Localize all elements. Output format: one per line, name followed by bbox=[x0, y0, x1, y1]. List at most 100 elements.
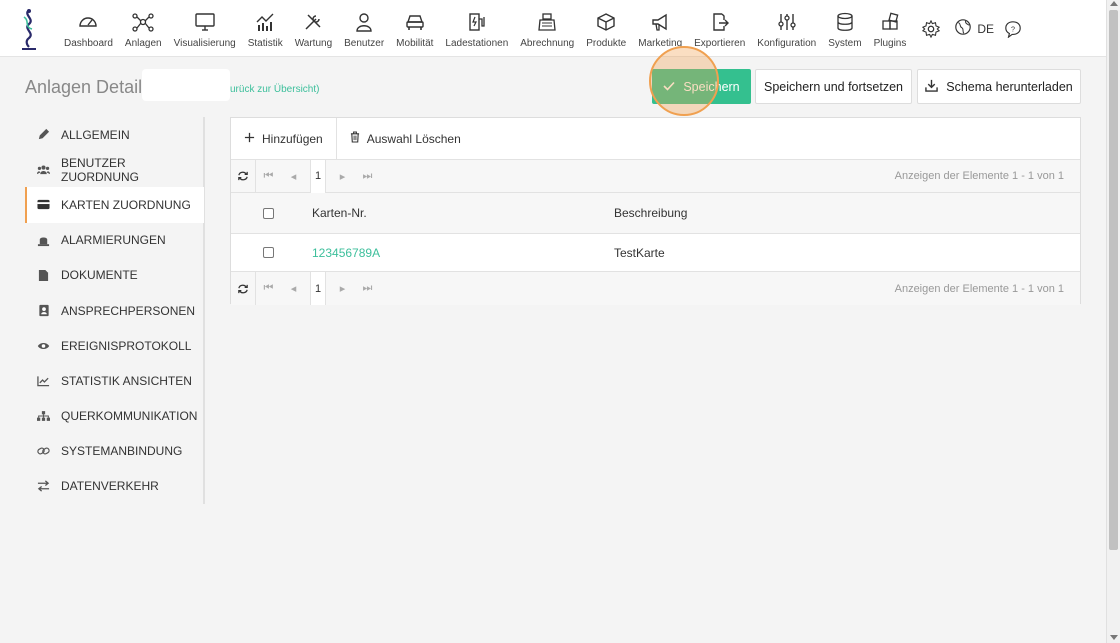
eye-icon bbox=[37, 339, 50, 352]
nav-mobilitaet-label: Mobilität bbox=[396, 38, 434, 49]
svg-text:?: ? bbox=[1011, 24, 1015, 33]
refresh-icon[interactable] bbox=[231, 159, 256, 193]
current-page-number[interactable]: 1 bbox=[310, 159, 326, 193]
nav-visualisierung[interactable]: Visualisierung bbox=[168, 0, 242, 57]
save-button-label: Speichern bbox=[683, 79, 740, 94]
current-page-number[interactable]: 1 bbox=[310, 272, 326, 305]
column-header-description[interactable]: Beschreibung bbox=[614, 206, 1080, 220]
scroll-up-arrow-icon[interactable] bbox=[1110, 1, 1118, 6]
pager-info-top: Anzeigen der Elemente 1 - 1 von 1 bbox=[894, 170, 1064, 182]
next-page-icon[interactable]: ▸ bbox=[330, 160, 355, 193]
refresh-icon[interactable] bbox=[231, 272, 256, 305]
nav-benutzer[interactable]: Benutzer bbox=[338, 0, 390, 57]
sidebar-item-karten-zuordnung[interactable]: KARTEN ZUORDNUNG bbox=[25, 187, 204, 223]
prev-page-icon[interactable]: ◂ bbox=[281, 272, 306, 305]
sidebar-item-statistik-ansichten[interactable]: STATISTIK ANSICHTEN bbox=[25, 363, 204, 399]
delete-selection-button[interactable]: Auswahl Löschen bbox=[337, 118, 474, 159]
globe-icon bbox=[954, 18, 972, 39]
nav-dashboard[interactable]: Dashboard bbox=[58, 0, 119, 57]
nav-abrechnung-label: Abrechnung bbox=[520, 38, 575, 49]
language-selector[interactable]: DE bbox=[954, 18, 994, 39]
app-logo[interactable] bbox=[0, 0, 58, 57]
nav-visualisierung-label: Visualisierung bbox=[173, 38, 236, 49]
nav-mobilitaet[interactable]: Mobilität bbox=[390, 0, 439, 57]
sidebar-item-ansprechpersonen[interactable]: ANSPRECHPERSONEN bbox=[25, 292, 204, 329]
sidebar-item-label: DOKUMENTE bbox=[61, 268, 138, 283]
trash-icon bbox=[350, 131, 360, 146]
sidebar-item-label: KARTEN ZUORDNUNG bbox=[61, 197, 191, 212]
help-chat-icon[interactable]: ? bbox=[1000, 16, 1026, 42]
add-button[interactable]: Hinzufügen bbox=[231, 118, 337, 159]
table-header: Karten-Nr. Beschreibung bbox=[231, 193, 1080, 234]
sidebar-item-benutzer-zuordnung[interactable]: BENUTZER ZUORDNUNG bbox=[25, 152, 204, 188]
nav-wartung-label: Wartung bbox=[294, 38, 333, 49]
nav-system[interactable]: System bbox=[822, 0, 867, 57]
column-header-card-number[interactable]: Karten-Nr. bbox=[312, 206, 614, 220]
sidebar-item-label: SYSTEMANBINDUNG bbox=[61, 444, 183, 459]
nav-marketing[interactable]: Marketing bbox=[632, 0, 688, 57]
sidebar-item-label: DATENVERKEHR bbox=[61, 479, 159, 494]
sidebar-item-allgemein[interactable]: ALLGEMEIN bbox=[25, 117, 204, 153]
network-nodes-icon bbox=[132, 11, 154, 33]
nav-konfiguration-label: Konfiguration bbox=[757, 38, 817, 49]
next-page-icon[interactable]: ▸ bbox=[330, 272, 355, 305]
page-scrollbar[interactable] bbox=[1106, 0, 1120, 643]
sidebar-item-datenverkehr[interactable]: DATENVERKEHR bbox=[25, 468, 204, 505]
scrollbar-thumb[interactable] bbox=[1109, 10, 1118, 550]
box-icon bbox=[595, 11, 617, 33]
nav-wartung[interactable]: Wartung bbox=[289, 0, 338, 57]
nav-statistik[interactable]: Statistik bbox=[242, 0, 289, 57]
card-number-link[interactable]: 123456789A bbox=[312, 246, 380, 260]
detail-sidebar: ALLGEMEIN BENUTZER ZUORDNUNG KARTEN ZUOR… bbox=[25, 117, 205, 505]
sidebar-item-label: BENUTZER ZUORDNUNG bbox=[61, 155, 139, 184]
pencil-icon bbox=[37, 128, 50, 141]
save-button[interactable]: Speichern bbox=[652, 69, 751, 104]
top-navigation: Dashboard Anlagen Visualisierung Statist… bbox=[0, 0, 1106, 57]
pager-top: ⏮ ◂ 1 ▸ ⏭ Anzeigen der Elemente 1 - 1 vo… bbox=[231, 159, 1080, 193]
chart-icon bbox=[254, 11, 276, 33]
language-label: DE bbox=[977, 21, 995, 36]
save-and-continue-button[interactable]: Speichern und fortsetzen bbox=[755, 69, 912, 104]
sidebar-item-dokumente[interactable]: DOKUMENTE bbox=[25, 257, 204, 293]
sidebar-item-systemanbindung[interactable]: SYSTEMANBINDUNG bbox=[25, 433, 204, 469]
last-page-icon[interactable]: ⏭ bbox=[355, 272, 380, 305]
sidebar-item-querkommunikation[interactable]: QUERKOMMUNIKATION bbox=[25, 398, 204, 434]
nav-ladestationen[interactable]: Ladestationen bbox=[439, 0, 514, 57]
row-checkbox[interactable] bbox=[263, 247, 274, 258]
nav-plugins[interactable]: Plugins bbox=[868, 0, 913, 57]
nav-statistik-label: Statistik bbox=[247, 38, 283, 49]
check-icon bbox=[663, 80, 675, 94]
sidebar-item-ereignisprotokoll[interactable]: EREIGNISPROTOKOLL bbox=[25, 328, 204, 364]
nav-produkte[interactable]: Produkte bbox=[580, 0, 632, 57]
nav-system-label: System bbox=[828, 38, 862, 49]
nav-exportieren[interactable]: Exportieren bbox=[688, 0, 751, 57]
sidebar-item-alarmierungen[interactable]: ALARMIERUNGEN bbox=[25, 222, 204, 258]
last-page-icon[interactable]: ⏭ bbox=[355, 160, 380, 193]
first-page-icon[interactable]: ⏮ bbox=[256, 272, 281, 305]
back-to-overview-link[interactable]: urück zur Übersicht) bbox=[230, 84, 319, 95]
first-page-icon[interactable]: ⏮ bbox=[256, 160, 281, 193]
nav-benutzer-label: Benutzer bbox=[344, 38, 385, 49]
user-icon bbox=[353, 11, 375, 33]
prev-page-icon[interactable]: ◂ bbox=[281, 160, 306, 193]
charging-station-icon bbox=[466, 11, 488, 33]
nav-konfiguration[interactable]: Konfiguration bbox=[751, 0, 822, 57]
megaphone-icon bbox=[649, 11, 671, 33]
car-icon bbox=[404, 11, 426, 33]
link-icon bbox=[37, 445, 50, 458]
pager-bottom: ⏮ ◂ 1 ▸ ⏭ Anzeigen der Elemente 1 - 1 vo… bbox=[231, 272, 1080, 305]
scroll-down-arrow-icon[interactable] bbox=[1110, 635, 1118, 640]
nav-anlagen[interactable]: Anlagen bbox=[119, 0, 168, 57]
nav-marketing-label: Marketing bbox=[638, 38, 683, 49]
settings-gear-icon[interactable] bbox=[918, 16, 944, 42]
tools-icon bbox=[302, 11, 324, 33]
download-schema-button[interactable]: Schema herunterladen bbox=[917, 69, 1081, 104]
select-all-checkbox[interactable] bbox=[263, 207, 274, 219]
sidebar-item-label: ALLGEMEIN bbox=[61, 127, 130, 142]
download-schema-label: Schema herunterladen bbox=[946, 79, 1073, 94]
delete-selection-label: Auswahl Löschen bbox=[366, 131, 461, 146]
record-name-box bbox=[142, 69, 230, 101]
nav-abrechnung[interactable]: Abrechnung bbox=[514, 0, 580, 57]
sidebar-item-label: ANSPRECHPERSONEN bbox=[61, 303, 196, 318]
sidebar-item-label: EREIGNISPROTOKOLL bbox=[61, 338, 192, 353]
